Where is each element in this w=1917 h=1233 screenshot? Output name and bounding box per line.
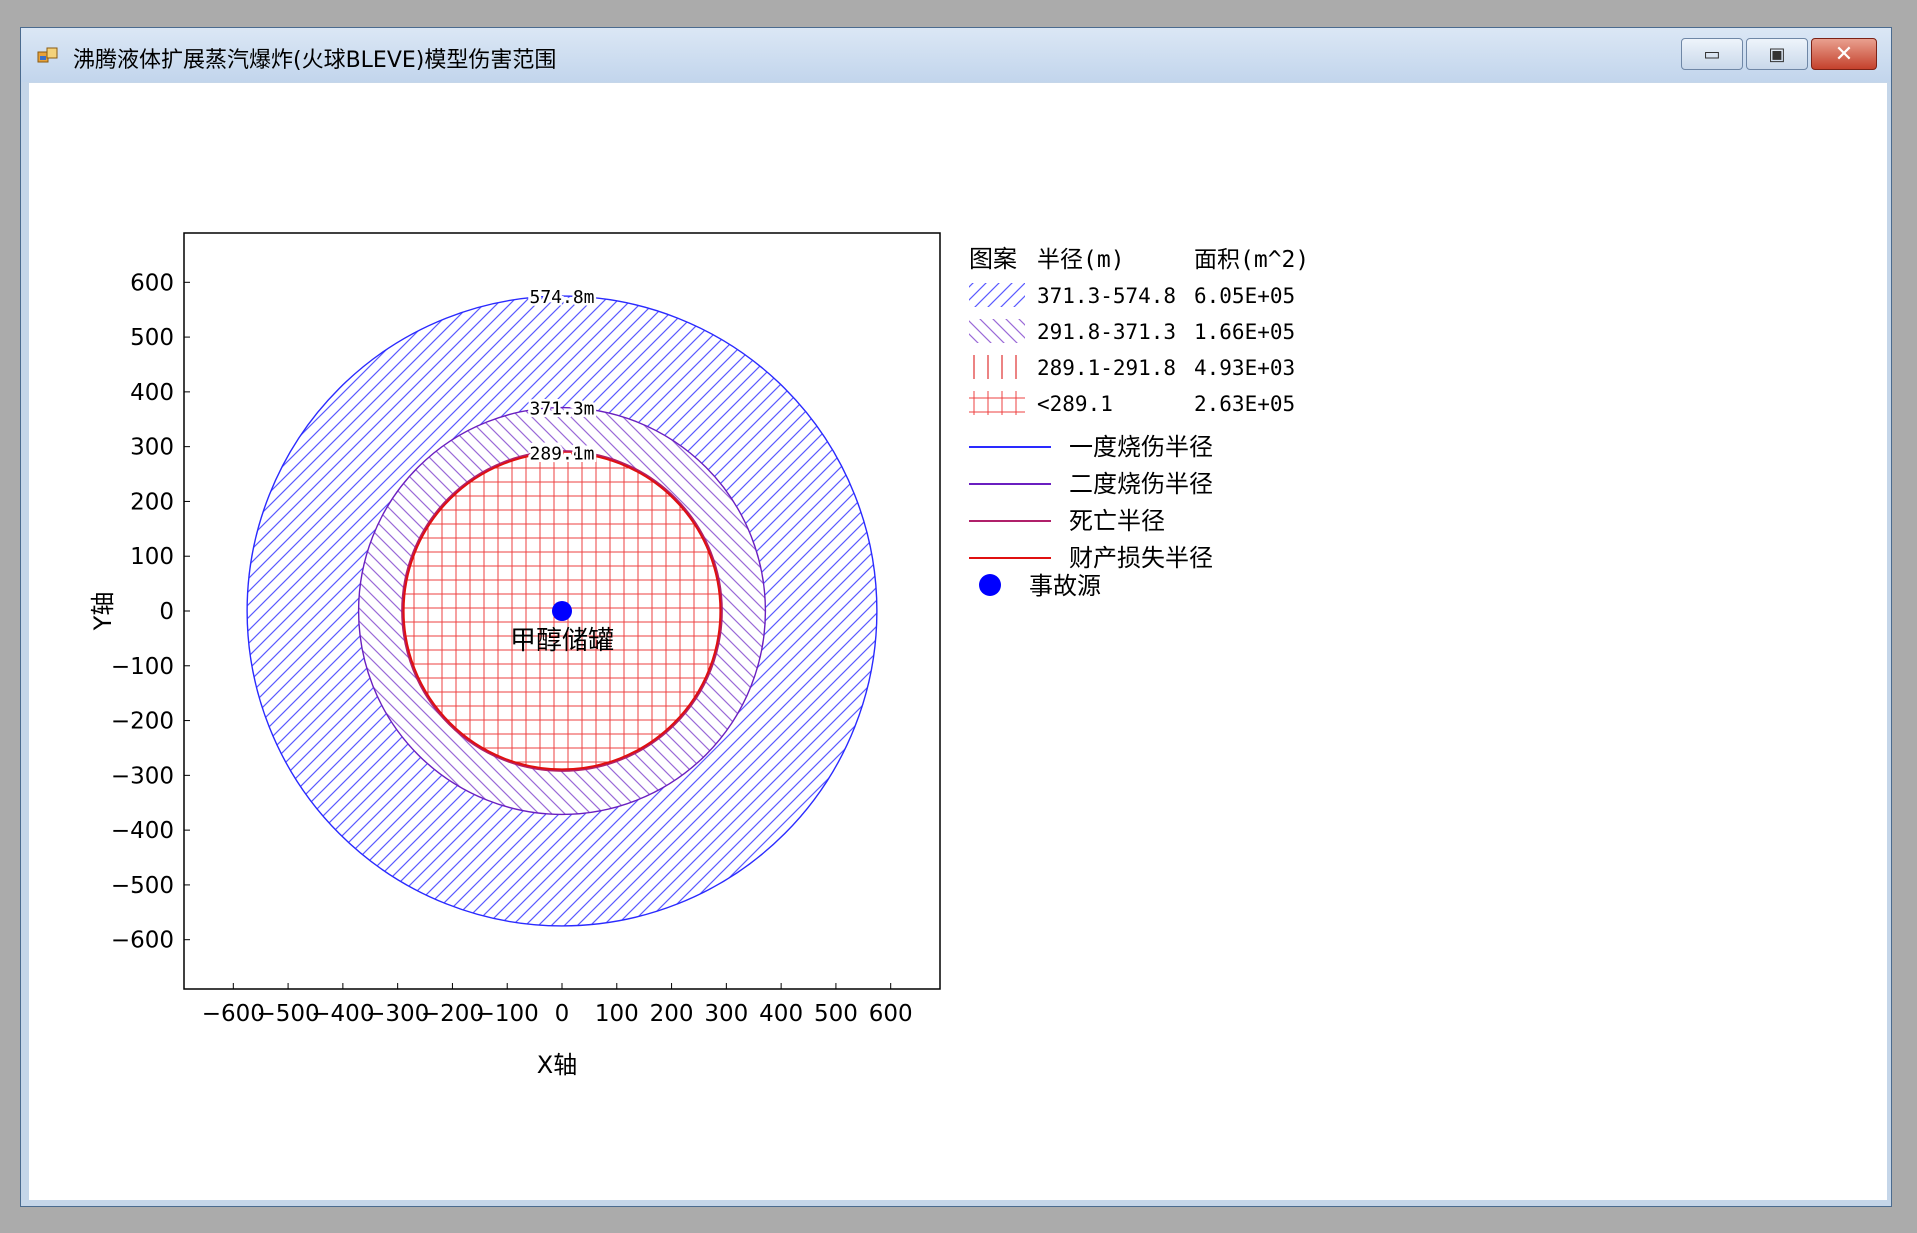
app-window: 沸腾液体扩展蒸汽爆炸(火球BLEVE)模型伤害范围 ▭ ▣ ✕ 574.8m 3… (20, 27, 1892, 1207)
y-tick-label: −100 (111, 654, 174, 680)
minimize-button[interactable]: ▭ (1681, 38, 1743, 70)
y-tick-label: −600 (111, 928, 174, 954)
legend-line-label: 死亡半径 (1069, 507, 1165, 535)
y-axis-label: Y轴 (89, 592, 117, 632)
y-axis-ticks: 600 500 400 300 200 100 0 −100 −200 −300 −400 −500 −… (111, 270, 190, 954)
legend-range: 289.1-291.8 (1037, 356, 1176, 380)
x-tick-label: −300 (366, 1001, 429, 1027)
y-tick-label: 100 (130, 544, 174, 570)
legend-range: <289.1 (1037, 392, 1113, 416)
y-tick-label: 600 (130, 270, 174, 296)
minimize-icon: ▭ (1703, 43, 1721, 65)
x-tick-label: −600 (202, 1001, 265, 1027)
x-axis-label: X轴 (537, 1051, 577, 1079)
legend-area: 4.93E+03 (1194, 356, 1295, 380)
legend-header-pattern: 图案 (969, 245, 1017, 273)
legend-swatch-grid (969, 391, 1025, 415)
legend-swatch-hatch-purple (969, 319, 1025, 343)
legend-swatch-vlines (969, 355, 1025, 379)
legend: 图案 半径(m) 面积(m^2) 371.3-574.8 6.05E+05 291.… (969, 245, 1309, 600)
y-tick-label: −200 (111, 709, 174, 735)
legend-pattern-rows: 371.3-574.8 6.05E+05 291.8-371.3 1.66E+05 28… (969, 283, 1295, 416)
y-tick-label: 0 (159, 599, 174, 625)
x-tick-label: 200 (650, 1001, 694, 1027)
legend-header-area: 面积(m^2) (1194, 247, 1309, 273)
legend-source-marker (979, 574, 1001, 596)
radius-label-2: 371.3m (529, 399, 594, 420)
x-tick-label: 500 (814, 1001, 858, 1027)
accident-source-marker[interactable] (552, 601, 572, 621)
maximize-button[interactable]: ▣ (1746, 38, 1808, 70)
y-tick-label: −300 (111, 763, 174, 789)
legend-area: 6.05E+05 (1194, 284, 1295, 308)
legend-line-label: 二度烧伤半径 (1069, 470, 1213, 498)
y-tick-label: 400 (130, 380, 174, 406)
title-bar[interactable]: 沸腾液体扩展蒸汽爆炸(火球BLEVE)模型伤害范围 ▭ ▣ ✕ (21, 28, 1891, 82)
damage-range-chart: 574.8m371.3m291.8m289.1m −600−500−400−30… (89, 232, 1309, 1079)
y-tick-label: −500 (111, 873, 174, 899)
legend-range: 291.8-371.3 (1037, 320, 1176, 344)
x-tick-label: 0 (555, 1001, 570, 1027)
radius-label-4: 289.1m (529, 444, 594, 465)
radius-label-1: 574.8m (529, 287, 594, 308)
client-area: 574.8m 371.3m 291.8m 289.1m −600 −500 −400 −30… (29, 83, 1887, 1200)
x-tick-label: −400 (311, 1001, 374, 1027)
legend-header-radius: 半径(m) (1037, 247, 1125, 273)
y-tick-label: −400 (111, 818, 174, 844)
app-icon (37, 47, 58, 63)
window-title: 沸腾液体扩展蒸汽爆炸(火球BLEVE)模型伤害范围 (73, 48, 557, 73)
x-tick-label: 300 (704, 1001, 748, 1027)
x-tick-label: 400 (759, 1001, 803, 1027)
x-tick-label: −500 (257, 1001, 320, 1027)
maximize-icon: ▣ (1768, 43, 1786, 65)
legend-area: 1.66E+05 (1194, 320, 1295, 344)
x-tick-label: 100 (595, 1001, 639, 1027)
legend-source-label: 事故源 (1029, 572, 1101, 600)
source-label: 甲醇储罐 (510, 626, 614, 656)
y-tick-label: 500 (130, 325, 174, 351)
x-tick-label: 600 (869, 1001, 913, 1027)
legend-range: 371.3-574.8 (1037, 284, 1176, 308)
x-tick-label: −200 (421, 1001, 484, 1027)
y-tick-label: 200 (130, 489, 174, 515)
close-icon: ✕ (1834, 41, 1854, 67)
legend-line-rows: 一度烧伤半径二度烧伤半径死亡半径财产损失半径 (969, 433, 1213, 572)
y-tick-label: 300 (130, 435, 174, 461)
legend-area: 2.63E+05 (1194, 392, 1295, 416)
close-button[interactable]: ✕ (1811, 38, 1877, 70)
legend-line-label: 一度烧伤半径 (1069, 433, 1213, 461)
x-tick-label: −100 (476, 1001, 539, 1027)
legend-line-label: 财产损失半径 (1069, 544, 1213, 572)
legend-swatch-hatch-blue (969, 283, 1025, 307)
